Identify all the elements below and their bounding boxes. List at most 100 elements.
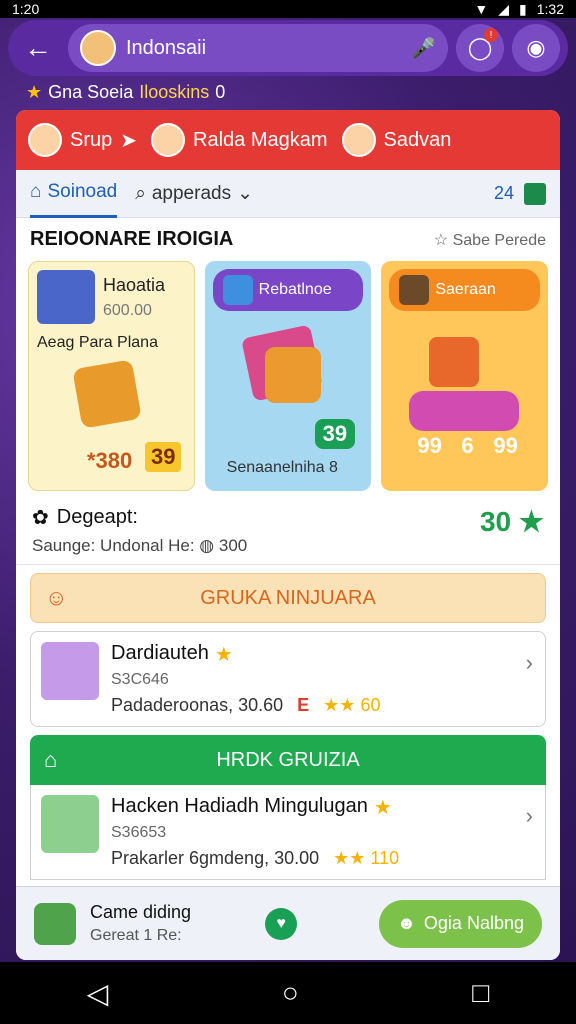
info-value: 30 ★ — [480, 505, 544, 538]
card-pill: Saeraan — [389, 269, 540, 311]
star-icon: ★ — [214, 644, 233, 666]
footer-bar: Came diding Gereat 1 Re: ♥ ☻ Ogia Nalbng — [16, 886, 560, 960]
star-icon: ★ — [373, 797, 392, 819]
chart-icon[interactable] — [524, 182, 546, 205]
card-left-number: *380 — [87, 448, 133, 473]
status-bar: 1:20 ▼ ◢ ▮ 1:32 — [0, 0, 576, 18]
smile-icon: ☻ — [396, 913, 416, 933]
search-title: Indonsaii — [126, 36, 207, 59]
game-icon[interactable] — [34, 902, 76, 945]
home-icon: ⌂ — [44, 747, 58, 772]
category-bar: Srup ➤ Ralda Magkam Sadvan — [16, 110, 560, 170]
tab-bar: ⌂ Soinoad ⌕ apperads ⌄ 24 — [16, 170, 560, 218]
info-title: Degeapt: — [56, 506, 138, 528]
coin-icon — [72, 359, 142, 429]
tab-apperads[interactable]: ⌕ apperads ⌄ — [135, 182, 253, 205]
card-pill-label: Rebatlnoe — [258, 281, 332, 298]
card-pill: Rebatlnoe — [212, 269, 364, 311]
subline-highlight: Ilooskins — [139, 82, 210, 102]
card-number-1: 99 — [417, 433, 442, 458]
gift-icon — [429, 337, 480, 387]
star-icon: ★ — [518, 506, 544, 537]
back-arrow-icon: ← — [24, 32, 52, 63]
top-app-bar: ← Indonsaii 🎤 ◯ ! ◉ — [8, 20, 568, 76]
signal-icon: ◢ — [498, 0, 510, 17]
item-stars: ★★ 60 — [323, 695, 381, 715]
wifi-icon: ▼ — [474, 1, 489, 17]
status-icons: ▼ ◢ ▮ 1:32 — [474, 1, 564, 18]
home-icon[interactable]: ○ — [282, 977, 299, 1009]
heart-icon[interactable]: ♥ — [265, 907, 298, 940]
avatar — [41, 642, 99, 700]
item-stars: ★★ 110 — [333, 848, 400, 868]
tab-soinoad[interactable]: ⌂ Soinoad — [30, 170, 118, 218]
list-item[interactable]: Hacken Hadiadh Mingulugan ★ S36653 Prakar… — [30, 785, 546, 880]
coin-icon — [264, 347, 321, 403]
play-button[interactable]: ☻ Ogia Nalbng — [378, 899, 542, 948]
subline: ★ Gna Soeia Ilooskins 0 — [26, 82, 225, 103]
card-price: 600.00 — [103, 301, 152, 319]
notification-button[interactable]: ◯ ! — [456, 24, 504, 72]
section-banner-2[interactable]: ⌂ HRDK GRUIZIA — [30, 735, 546, 785]
section-link[interactable]: ☆ Sabe Perede — [434, 230, 546, 250]
home-icon: ⌂ — [30, 181, 42, 202]
arrow-icon: ➤ — [120, 129, 138, 152]
section-banner-1[interactable]: ☺ GRUKA NINJUARA — [30, 573, 546, 623]
category-label: Sadvan — [383, 128, 452, 151]
item-meta: Prakarler 6gmdeng, 30.00 — [111, 848, 320, 868]
list-item[interactable]: Dardiauteh ★ S3C646 Padaderoonas, 30.60 E ★… — [30, 631, 546, 727]
item-meta: Padaderoonas, 30.60 — [111, 695, 284, 715]
card-subtitle: Aeag Para Plana — [37, 334, 158, 351]
info-subtitle: Saunge: Undonal He: — [32, 536, 195, 555]
section-header: REIOONARE IROIGIA ☆ Sabe Perede — [16, 218, 560, 261]
card-number-2: 6 — [461, 433, 474, 458]
search-bar[interactable]: Indonsaii 🎤 — [68, 24, 448, 72]
promo-card-1[interactable]: Haoatia 600.00 Aeag Para Plana *380 39 — [28, 261, 195, 491]
category-item-1[interactable]: Srup ➤ — [28, 123, 137, 157]
section-title: REIOONARE IROIGIA — [30, 228, 234, 250]
recents-icon[interactable]: □ — [472, 977, 489, 1009]
status-right-time: 1:32 — [536, 1, 564, 17]
footer-subtitle: Gereat 1 Re: — [90, 927, 182, 944]
tab-right-number[interactable]: 24 — [494, 183, 514, 205]
chevron-right-icon[interactable]: › — [526, 803, 533, 829]
back-icon[interactable]: ◁ — [87, 977, 109, 1010]
promo-card-2[interactable]: Rebatlnoe 39 Senaanelniha 8 — [204, 261, 372, 491]
mic-icon[interactable]: 🎤 — [411, 36, 436, 61]
item-tag: E — [297, 695, 310, 715]
category-item-2[interactable]: Ralda Magkam — [151, 123, 328, 157]
chevron-right-icon[interactable]: › — [526, 650, 533, 676]
tab-label: apperads — [151, 182, 232, 204]
system-nav-bar: ◁ ○ □ — [0, 962, 576, 1024]
promo-card-3[interactable]: Saeraan 99 6 99 — [381, 261, 548, 491]
tab-right: 24 — [494, 182, 546, 205]
avatar-icon — [399, 275, 430, 305]
back-button[interactable]: ← — [16, 26, 60, 70]
subline-count: 0 — [215, 82, 226, 102]
star-icon: ★ — [26, 82, 43, 102]
info-left: ✿ Degeapt: Saunge: Undonal He: ◍ 300 — [32, 505, 247, 556]
info-value-text: 30 — [479, 506, 512, 537]
section-link-text: Sabe Perede — [452, 231, 546, 249]
play-button-label: Ogia Nalbng — [423, 913, 524, 933]
main-card: Srup ➤ Ralda Magkam Sadvan ⌂ Soinoad ⌕ appe… — [16, 110, 560, 960]
banner-text: HRDK GRUIZIA — [216, 748, 360, 771]
info-row: ✿ Degeapt: Saunge: Undonal He: ◍ 300 30 ★ — [16, 491, 560, 565]
avatar-icon: ☺ — [45, 585, 68, 610]
grid-icon — [222, 275, 253, 305]
notification-badge: ! — [484, 28, 498, 42]
avatar — [80, 30, 116, 66]
item-code: S3C646 — [111, 671, 169, 688]
card-number-3: 99 — [493, 433, 518, 458]
thumbnail — [37, 270, 95, 324]
card-bottom-text: Senaanelniha 8 — [226, 459, 338, 476]
avatar — [28, 123, 62, 157]
category-item-3[interactable]: Sadvan — [341, 123, 452, 157]
status-time: 1:20 — [12, 1, 40, 17]
banner-text: GRUKA NINJUARA — [200, 586, 376, 609]
category-label: Ralda Magkam — [193, 128, 328, 151]
gems-icon — [409, 391, 520, 431]
location-button[interactable]: ◉ — [512, 24, 560, 72]
avatar — [151, 123, 186, 157]
coin-icon: ◍ — [199, 536, 215, 555]
